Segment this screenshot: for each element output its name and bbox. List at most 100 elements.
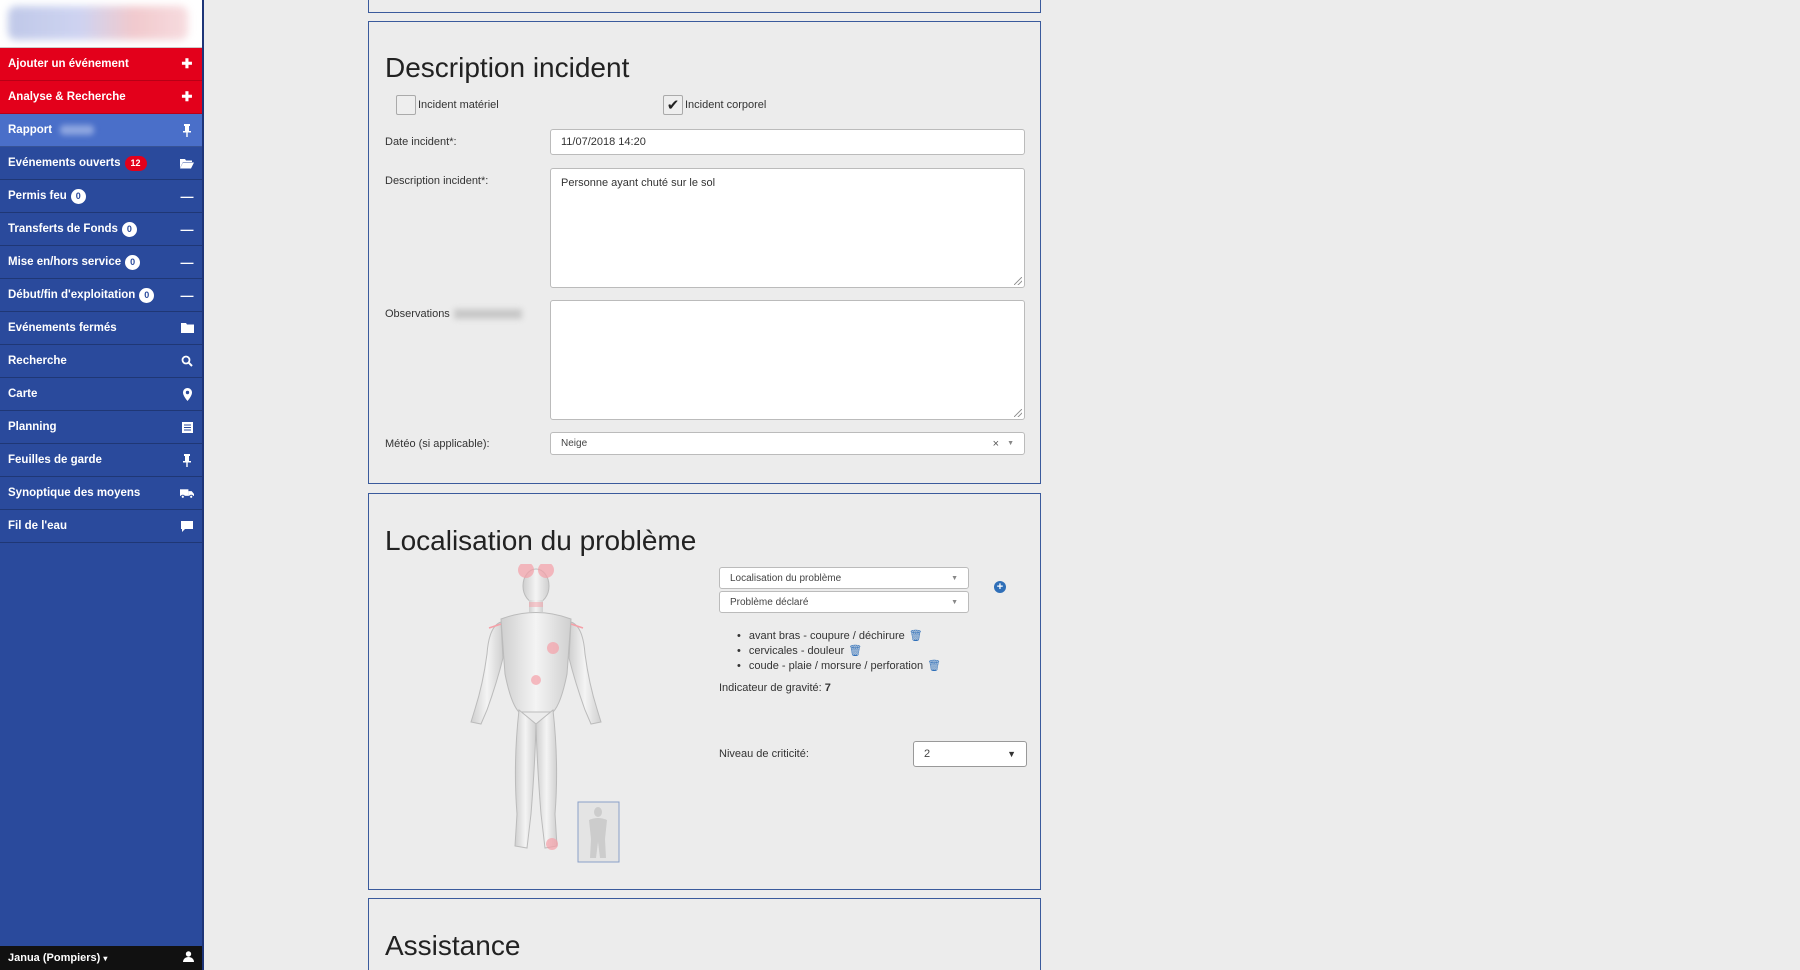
observations-textarea[interactable]: [550, 300, 1025, 420]
problem-text: avant bras - coupure / déchirure: [748, 629, 905, 642]
minus-icon: —: [180, 221, 194, 237]
sidebar-item-label: Synoptique des moyens: [8, 487, 141, 499]
chevron-down-icon: ▼: [951, 598, 958, 606]
date-label: Date incident*:: [385, 136, 457, 148]
minus-icon: —: [180, 188, 194, 204]
sidebar: Ajouter un événement ✚ Analyse & Recherc…: [0, 0, 204, 970]
trash-icon[interactable]: 🗑: [848, 644, 862, 657]
localisation-section: Localisation du problème Localisation du…: [368, 493, 1041, 890]
section-title: Assistance: [385, 930, 521, 961]
list-item: coude - plaie / morsure / perforation🗑: [719, 658, 941, 673]
check-icon: ✔: [666, 96, 680, 114]
checkbox-box[interactable]: ✔: [663, 95, 683, 115]
chevron-down-icon: ▼: [1007, 749, 1016, 759]
sidebar-item-label: Ajouter un événement: [8, 58, 129, 70]
sidebar-item-resources-overview[interactable]: Synoptique des moyens: [0, 477, 202, 510]
sidebar-item-map[interactable]: Carte: [0, 378, 202, 411]
observations-label: Observations: [385, 308, 522, 320]
sidebar-item-label: Planning: [8, 421, 57, 433]
user-icon: [183, 951, 194, 965]
sidebar-item-label: Mise en/hors service: [8, 256, 122, 268]
sidebar-item-label: Permis feu: [8, 190, 67, 202]
chevron-down-icon: ▼: [1007, 440, 1014, 447]
sidebar-item-analysis[interactable]: Analyse & Recherche ✚: [0, 81, 202, 114]
meteo-value: Neige: [561, 438, 588, 449]
sidebar-item-label: Analyse & Recherche: [8, 91, 126, 103]
sidebar-item-service-status[interactable]: Mise en/hors service 0 —: [0, 246, 202, 279]
sidebar-item-search[interactable]: Recherche: [0, 345, 202, 378]
sidebar-item-label: Recherche: [8, 355, 67, 367]
date-field[interactable]: 11/07/2018 14:20: [550, 129, 1025, 155]
problem-list: avant bras - coupure / déchirure 🗑 cervic…: [719, 628, 941, 673]
list-icon: [180, 420, 194, 434]
comment-icon: [180, 519, 194, 533]
count-badge: 0: [70, 188, 86, 204]
meteo-select[interactable]: Neige × ▼: [550, 432, 1025, 455]
sidebar-item-label: Evénements ouverts: [8, 157, 121, 169]
search-icon: [180, 354, 194, 368]
problem-select[interactable]: Problème déclaré ▼: [719, 591, 969, 613]
sidebar-item-label: Carte: [8, 388, 38, 400]
body-diagram[interactable]: [457, 564, 627, 864]
gravity-label: Indicateur de gravité:: [719, 682, 822, 694]
sidebar-item-operation-start-end[interactable]: Début/fin d'exploitation 0 —: [0, 279, 202, 312]
criticity-select[interactable]: 2 ▼: [913, 741, 1027, 767]
description-textarea[interactable]: Personne ayant chuté sur le sol: [550, 168, 1025, 288]
sidebar-item-planning[interactable]: Planning: [0, 411, 202, 444]
checkbox-box[interactable]: [396, 95, 416, 115]
trash-icon[interactable]: 🗑: [909, 629, 923, 642]
problem-text: coude - plaie / morsure / perforation: [748, 659, 924, 672]
pin-icon: [180, 123, 194, 137]
count-badge: 0: [121, 221, 137, 237]
list-item: cervicales - douleur🗑: [719, 643, 941, 658]
criticity-label: Niveau de criticité:: [719, 748, 809, 760]
incident-corporal-checkbox[interactable]: ✔ Incident corporel: [663, 95, 766, 115]
previous-section: [368, 0, 1041, 13]
sidebar-item-closed-events[interactable]: Evénements fermés: [0, 312, 202, 345]
checkbox-label: Incident corporel: [685, 99, 767, 111]
incident-material-checkbox[interactable]: Incident matériel: [396, 95, 499, 115]
description-section: Description incident Incident matériel ✔…: [368, 21, 1041, 484]
sidebar-item-duty-sheets[interactable]: Feuilles de garde: [0, 444, 202, 477]
resize-handle[interactable]: [1014, 409, 1022, 417]
meteo-label: Météo (si applicable):: [385, 438, 490, 450]
sidebar-item-add-event[interactable]: Ajouter un événement ✚: [0, 48, 202, 81]
truck-icon: [180, 486, 194, 500]
checkbox-label: Incident matériel: [418, 99, 499, 111]
location-select[interactable]: Localisation du problème ▼: [719, 567, 969, 589]
plus-icon: ✚: [181, 89, 193, 104]
problem-placeholder: Problème déclaré: [730, 596, 809, 608]
map-marker-icon: [180, 387, 194, 401]
observations-label-text: Observations: [385, 308, 450, 320]
assistance-section: Assistance: [368, 898, 1041, 970]
description-text: Personne ayant chuté sur le sol: [561, 177, 716, 189]
sidebar-item-label: Transferts de Fonds: [8, 223, 118, 235]
location-placeholder: Localisation du problème: [730, 572, 842, 584]
clear-icon[interactable]: ×: [993, 438, 999, 450]
problem-text: cervicales - douleur: [748, 644, 845, 657]
gravity-indicator: Indicateur de gravité: 7: [719, 682, 831, 694]
caret-down-icon: ▾: [103, 954, 108, 963]
user-name: Janua (Pompiers): [8, 952, 101, 964]
folder-open-icon: [180, 156, 194, 170]
sidebar-item-label: Début/fin d'exploitation: [8, 289, 136, 301]
gravity-value: 7: [824, 682, 831, 694]
resize-handle[interactable]: [1014, 277, 1022, 285]
add-problem-icon[interactable]: +: [994, 581, 1006, 593]
minus-icon: —: [180, 254, 194, 270]
section-title: Localisation du problème: [385, 525, 697, 556]
sidebar-item-open-events[interactable]: Evénements ouverts 12: [0, 147, 202, 180]
count-badge: 0: [125, 254, 141, 270]
sidebar-item-rapport[interactable]: Rapport: [0, 114, 202, 147]
pin-icon: [180, 453, 194, 467]
sidebar-item-fund-transfers[interactable]: Transferts de Fonds 0 —: [0, 213, 202, 246]
sidebar-item-fire-permit[interactable]: Permis feu 0 —: [0, 180, 202, 213]
user-menu[interactable]: Janua (Pompiers) ▾: [0, 946, 202, 970]
criticity-value: 2: [924, 748, 931, 760]
sidebar-item-label: Evénements fermés: [8, 322, 117, 334]
trash-icon[interactable]: 🗑: [927, 659, 941, 672]
sidebar-item-news-feed[interactable]: Fil de l'eau: [0, 510, 202, 543]
count-badge: 12: [124, 155, 147, 171]
chevron-down-icon: ▼: [951, 574, 958, 582]
minus-icon: —: [180, 287, 194, 303]
